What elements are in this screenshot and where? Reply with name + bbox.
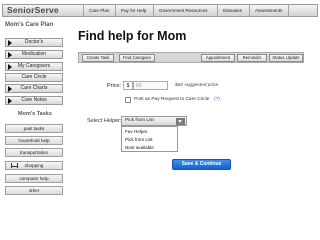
expand-arrow-icon [8,98,12,104]
task-computer-help[interactable]: computer help [5,174,63,183]
task-household-help[interactable]: household help [5,136,63,145]
tasks-section-title: Mom's Tasks [18,111,52,117]
select-helper-label: Select Helper: [87,118,122,124]
save-continue-button[interactable]: Save & Continue [172,159,231,170]
appointment-button[interactable]: Appointment [201,54,235,62]
nav-diseases[interactable]: Diseases [217,5,249,16]
expand-arrow-icon [8,40,12,46]
price-label: Price: [107,83,122,89]
nav-care-plan[interactable]: Care Plan [83,5,115,16]
suggested-price: $60 suggested price [175,83,219,88]
dropdown-option-fav-helper[interactable]: Fav Helper [125,129,147,134]
expand-arrow-icon [8,52,12,58]
task-past-tasks[interactable]: past tasks [5,124,63,133]
top-nav-menu: Care Plan Pay for Help Government Resour… [83,5,289,16]
post-pay-request-label: Post as Pay Request to Care Circle [134,97,210,102]
sidebar-item-care-charts[interactable]: Care Charts [5,84,63,93]
shopping-cart-icon [10,163,18,168]
dropdown-option-next-available[interactable]: Next available [125,145,154,150]
status-update-button[interactable]: Status Update [269,54,303,62]
sidebar-item-label: Care Circle [21,74,47,80]
expand-arrow-icon [8,86,12,92]
task-transportation[interactable]: transportation [5,148,63,157]
price-input[interactable]: 60 [133,81,168,90]
sidebar-item-care-notes[interactable]: Care Notes [5,96,63,105]
create-task-button[interactable]: Create Task [82,54,114,62]
sidebar-item-medication[interactable]: Medication [5,50,63,59]
post-pay-request-checkbox[interactable] [125,97,131,103]
currency-symbol: $ [123,81,133,90]
helper-select-value: Pick from List [125,118,154,123]
expand-arrow-icon [8,64,12,70]
action-toolbar: Create Task Find Caregiver Appointment R… [78,52,304,63]
app-logo[interactable]: SeniorServe [7,5,79,16]
find-caregiver-button[interactable]: Find Caregiver [119,54,155,62]
sidebar-item-doctors[interactable]: Doctor's [5,38,63,47]
sidebar-item-care-circle[interactable]: Care Circle [5,73,63,82]
task-label: shopping [24,163,44,168]
nav-pay-for-help[interactable]: Pay for Help [115,5,153,16]
task-shopping[interactable]: shopping [5,161,63,170]
sidebar-title: Mom's Care Plan [5,22,54,28]
chevron-down-icon[interactable] [176,118,185,125]
sidebar-item-my-caregivers[interactable]: My Caregivers [5,62,63,71]
helper-select[interactable]: Pick from List [121,116,187,126]
dropdown-option-pick-from-list[interactable]: Pick from List [125,137,153,142]
sidebar-item-label: My Caregivers [17,63,51,69]
sidebar-item-label: Care Notes [21,97,47,103]
top-navigation-bar: SeniorServe Care Plan Pay for Help Gover… [2,4,318,17]
help-question-link[interactable]: (?) [214,97,220,102]
reminder-button[interactable]: Reminder [237,54,267,62]
page-title: Find help for Mom [78,29,187,43]
helper-dropdown-list: Fav Helper Pick from List Next available [121,126,178,152]
sidebar-item-label: Care Charts [20,85,48,91]
nav-government-resources[interactable]: Government Resources [153,5,217,16]
sidebar-item-label: Medication [21,51,47,57]
sidebar-item-label: Doctor's [24,39,44,45]
task-other[interactable]: other [5,186,63,195]
nav-assessments[interactable]: Assessments [249,5,289,16]
